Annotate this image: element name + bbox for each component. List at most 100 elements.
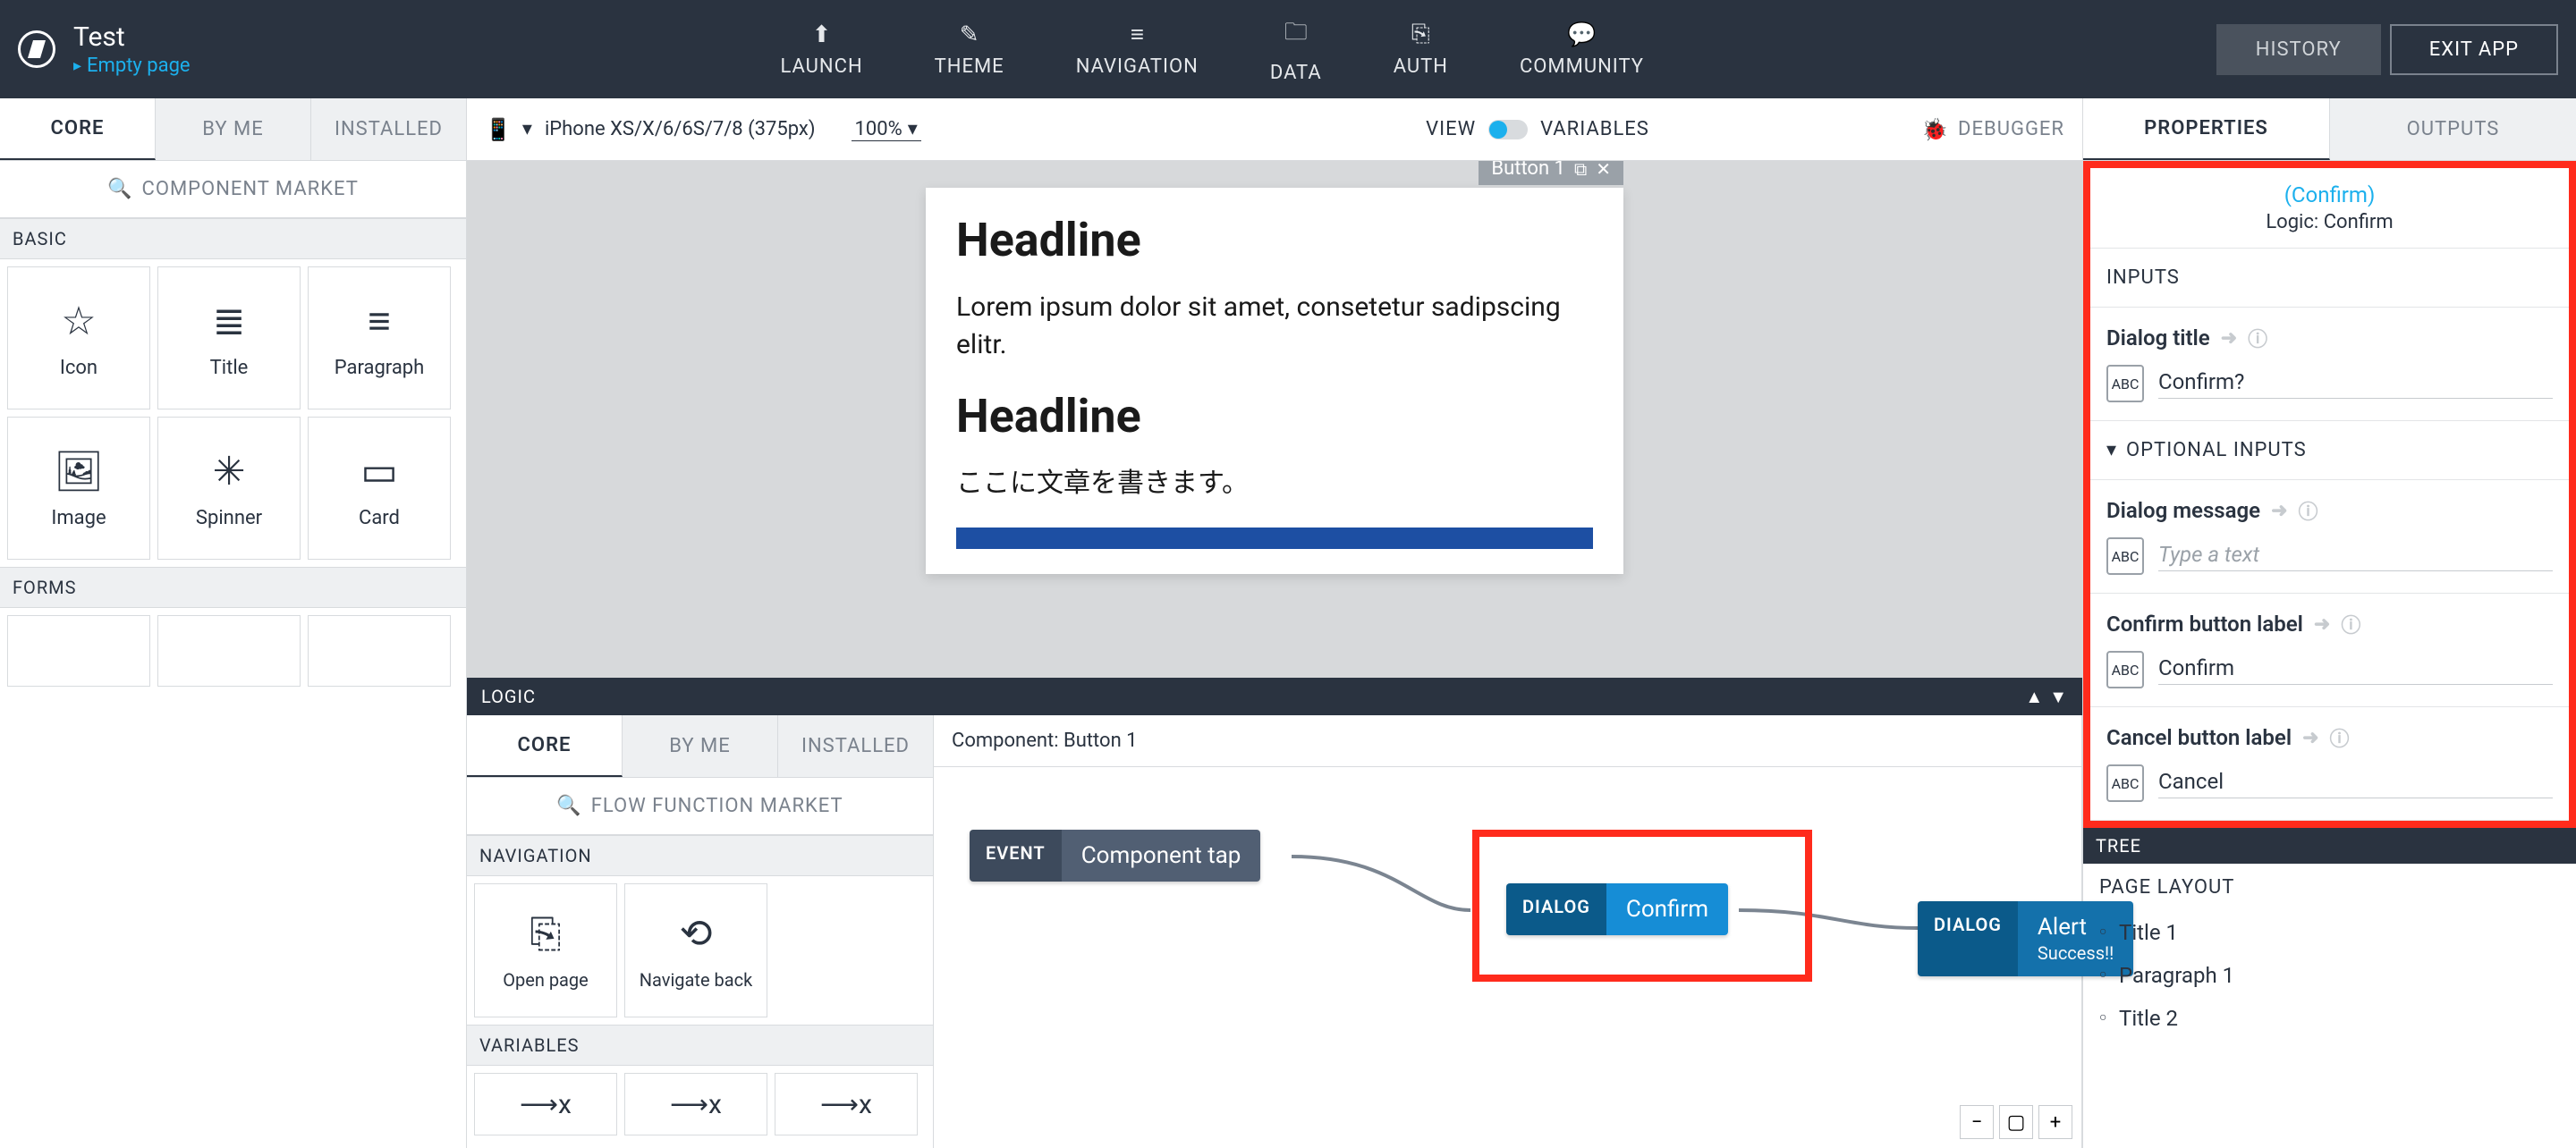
logic-tab-byme[interactable]: BY ME bbox=[623, 715, 778, 777]
zoom-in-button[interactable]: + bbox=[2038, 1105, 2072, 1139]
arrow-icon[interactable]: ➜ bbox=[2314, 613, 2330, 636]
community-icon: 💬 bbox=[1567, 21, 1596, 48]
node-event[interactable]: EVENT Component tap bbox=[970, 830, 1260, 882]
paragraph-2[interactable]: ここに文章を書きます。 bbox=[956, 465, 1593, 502]
debugger-button[interactable]: 🐞 DEBUGGER bbox=[1921, 117, 2064, 142]
topnav-data[interactable]: 🗀DATA bbox=[1234, 0, 1358, 98]
forms-item[interactable] bbox=[7, 615, 150, 687]
field-label-cancel: Cancel button label bbox=[2106, 725, 2292, 750]
zoom-select[interactable]: 100%▾ bbox=[852, 118, 921, 141]
type-chip[interactable]: ABC bbox=[2106, 764, 2144, 802]
section-forms: FORMS bbox=[0, 567, 466, 608]
topnav-theme[interactable]: ✎THEME bbox=[899, 0, 1040, 98]
logic-section-navigation: NAVIGATION bbox=[467, 835, 933, 876]
logic-left-panel: CORE BY ME INSTALLED 🔍 FLOW FUNCTION MAR… bbox=[467, 715, 934, 1148]
type-chip[interactable]: ABC bbox=[2106, 365, 2144, 402]
logic-bar: LOGIC ▲ ▼ bbox=[467, 678, 2082, 715]
group-inputs: INPUTS bbox=[2090, 249, 2569, 308]
arrow-icon[interactable]: ➜ bbox=[2221, 327, 2237, 350]
cancel-label-input[interactable]: Cancel bbox=[2158, 769, 2553, 798]
confirm-label-input[interactable]: Confirm bbox=[2158, 655, 2553, 685]
button-1[interactable] bbox=[956, 528, 1593, 549]
dialog-title-input[interactable]: Confirm? bbox=[2158, 369, 2553, 399]
topnav-community[interactable]: 💬COMMUNITY bbox=[1484, 0, 1680, 98]
canvas[interactable]: Button 1 ⧉ ✕ Headline Lorem ipsum dolor … bbox=[467, 161, 2082, 678]
type-chip[interactable]: ABC bbox=[2106, 651, 2144, 688]
component-icon[interactable]: ☆Icon bbox=[7, 266, 150, 409]
close-icon[interactable]: ✕ bbox=[1596, 161, 1611, 180]
flow-function-market[interactable]: 🔍 FLOW FUNCTION MARKET bbox=[467, 778, 933, 835]
device-select[interactable]: 📱 ▾ iPhone XS/X/6/6S/7/8 (375px) bbox=[485, 117, 816, 142]
forms-item[interactable] bbox=[308, 615, 451, 687]
selection-chip[interactable]: Button 1 ⧉ ✕ bbox=[1479, 161, 1623, 185]
navigation-icon: ≡ bbox=[1131, 21, 1144, 48]
tab-core[interactable]: CORE bbox=[0, 98, 156, 160]
topnav-auth[interactable]: ⎘AUTH bbox=[1358, 0, 1484, 98]
headline-1[interactable]: Headline bbox=[956, 213, 1593, 267]
tree-section-page-layout: PAGE LAYOUT bbox=[2099, 876, 2560, 899]
info-icon[interactable]: ⓘ bbox=[2330, 723, 2350, 752]
component-paragraph[interactable]: ≡Paragraph bbox=[308, 266, 451, 409]
node-dialog-confirm[interactable]: ⧉✕ DIALOG Confirm bbox=[1506, 883, 1728, 935]
launch-icon: ⬆ bbox=[812, 21, 832, 48]
component-spinner[interactable]: ✳Spinner bbox=[157, 417, 301, 560]
tree-item[interactable]: Title 2 bbox=[2099, 997, 2560, 1040]
zoom-controls: − ▢ + bbox=[1960, 1105, 2072, 1139]
info-icon[interactable]: ⓘ bbox=[2341, 610, 2360, 638]
tree-item[interactable]: Paragraph 1 bbox=[2099, 954, 2560, 997]
component-title[interactable]: ≣Title bbox=[157, 266, 301, 409]
tab-byme[interactable]: BY ME bbox=[156, 98, 311, 160]
logic-tab-installed[interactable]: INSTALLED bbox=[778, 715, 933, 777]
device-preview[interactable]: Headline Lorem ipsum dolor sit amet, con… bbox=[926, 188, 1623, 574]
paragraph-1[interactable]: Lorem ipsum dolor sit amet, consetetur s… bbox=[956, 289, 1593, 364]
logic-subtitle: Component: Button 1 bbox=[934, 715, 2081, 767]
icon-icon: ☆ bbox=[61, 298, 96, 344]
arrow-icon[interactable]: ➜ bbox=[2302, 727, 2318, 749]
field-label-dialog-message: Dialog message bbox=[2106, 498, 2260, 523]
breadcrumb[interactable]: ▸Empty page bbox=[73, 55, 191, 77]
tree-bar: TREE bbox=[2083, 828, 2576, 864]
left-panel: CORE BY ME INSTALLED 🔍 COMPONENT MARKET … bbox=[0, 98, 467, 1148]
variables-label: VARIABLES bbox=[1540, 118, 1649, 140]
tab-properties[interactable]: PROPERTIES bbox=[2083, 98, 2330, 160]
tab-installed[interactable]: INSTALLED bbox=[311, 98, 466, 160]
zoom-reset-button[interactable]: ▢ bbox=[1999, 1105, 2033, 1139]
tab-outputs[interactable]: OUTPUTS bbox=[2330, 98, 2576, 160]
field-label-dialog-title: Dialog title bbox=[2106, 325, 2210, 350]
variable-item[interactable]: ⟶x bbox=[775, 1073, 918, 1135]
variable-item[interactable]: ⟶x bbox=[474, 1073, 617, 1135]
topnav-navigation[interactable]: ≡NAVIGATION bbox=[1040, 0, 1234, 98]
selected-node-name: (Confirm) bbox=[2090, 182, 2569, 207]
flow-open-page[interactable]: ⎘Open page bbox=[474, 883, 617, 1017]
copy-icon[interactable]: ⧉ bbox=[1574, 161, 1587, 180]
headline-2[interactable]: Headline bbox=[956, 389, 1593, 443]
view-variables-toggle[interactable] bbox=[1488, 120, 1528, 139]
collapse-down-icon[interactable]: ▼ bbox=[2049, 686, 2068, 708]
info-icon[interactable]: ⓘ bbox=[2248, 324, 2267, 352]
zoom-out-button[interactable]: − bbox=[1960, 1105, 1994, 1139]
flow-navigate-back[interactable]: ⟲Navigate back bbox=[624, 883, 767, 1017]
group-optional-inputs[interactable]: ▾OPTIONAL INPUTS bbox=[2090, 421, 2569, 480]
info-icon[interactable]: ⓘ bbox=[2299, 496, 2318, 525]
collapse-up-icon[interactable]: ▲ bbox=[2025, 686, 2044, 708]
flow-canvas[interactable]: EVENT Component tap ⧉✕ DIALOG Confirm DI… bbox=[934, 767, 2081, 1148]
arrow-icon[interactable]: ➜ bbox=[2271, 500, 2287, 522]
forms-item[interactable] bbox=[157, 615, 301, 687]
history-button[interactable]: HISTORY bbox=[2216, 24, 2381, 75]
variable-item[interactable]: ⟶x bbox=[624, 1073, 767, 1135]
type-chip[interactable]: ABC bbox=[2106, 537, 2144, 575]
component-card[interactable]: ▭Card bbox=[308, 417, 451, 560]
selected-node-type: Logic: Confirm bbox=[2090, 211, 2569, 233]
dialog-message-input[interactable]: Type a text bbox=[2158, 542, 2553, 571]
exit-app-button[interactable]: EXIT APP bbox=[2390, 24, 2558, 75]
title-icon: ≣ bbox=[213, 298, 246, 344]
card-icon: ▭ bbox=[360, 448, 398, 494]
auth-icon: ⎘ bbox=[1411, 21, 1430, 48]
component-market-search[interactable]: 🔍 COMPONENT MARKET bbox=[0, 161, 466, 218]
tree-item[interactable]: Title 1 bbox=[2099, 911, 2560, 954]
topnav-launch[interactable]: ⬆LAUNCH bbox=[744, 0, 898, 98]
data-icon: 🗀 bbox=[1284, 15, 1308, 55]
app-logo-icon[interactable] bbox=[18, 30, 55, 68]
component-image[interactable]: 🖼Image bbox=[7, 417, 150, 560]
logic-tab-core[interactable]: CORE bbox=[467, 715, 623, 777]
